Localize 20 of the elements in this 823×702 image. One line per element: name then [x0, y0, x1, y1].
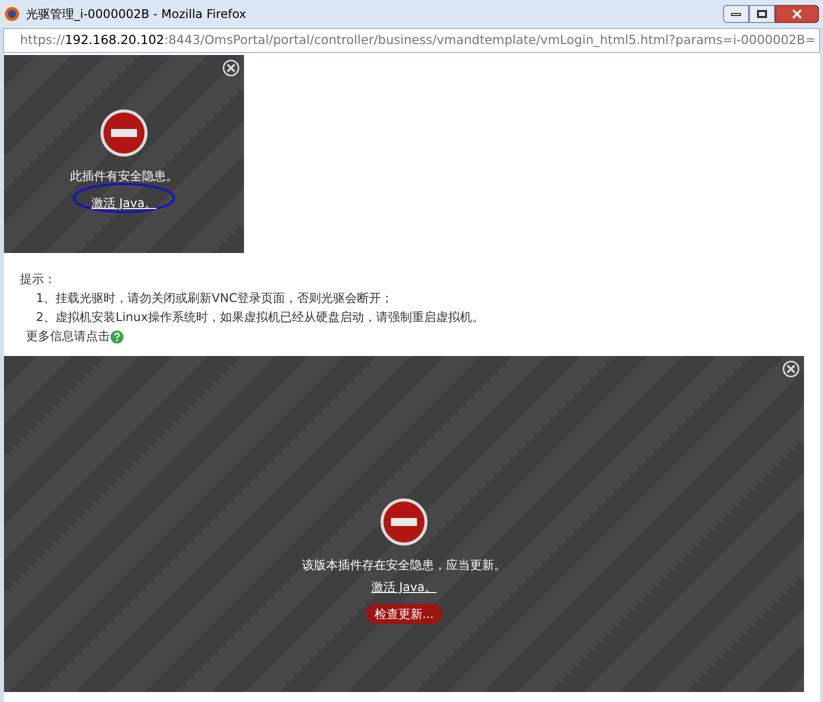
- help-icon[interactable]: [110, 330, 124, 344]
- address-bar[interactable]: https://192.168.20.102:8443/OmsPortal/portal/controller/business/vmandtemplate/vmLogin_html5.html?params=i-0000002B=: [3, 28, 820, 53]
- more-info-text: 更多信息请点击: [26, 328, 110, 345]
- plugin-message: 该版本插件存在安全隐患，应当更新。: [302, 557, 506, 574]
- plugin-message: 此插件有安全隐患。: [70, 168, 178, 185]
- hint-title: 提示：: [20, 271, 57, 288]
- minimize-button[interactable]: [723, 5, 749, 23]
- check-update-button[interactable]: 检查更新...: [366, 604, 442, 624]
- close-button[interactable]: [775, 5, 819, 23]
- activate-java-link[interactable]: 激活 Java。: [371, 580, 437, 594]
- maximize-button[interactable]: [749, 5, 775, 23]
- close-icon[interactable]: [222, 59, 240, 77]
- window-title: 光驱管理_i-0000002B - Mozilla Firefox: [26, 6, 246, 23]
- close-icon[interactable]: [782, 360, 800, 378]
- close-icon: [792, 9, 802, 19]
- blocked-icon: [100, 109, 148, 157]
- hint-item: 1、挂载光驱时，请勿关闭或刷新VNC登录页面，否则光驱会断开；: [35, 290, 394, 307]
- url-text: https://192.168.20.102:8443/OmsPortal/portal/controller/business/vmandtemplate/vmLogin_html5.html?params=i-0000002B=: [20, 31, 816, 50]
- hint-item: 2、虚拟机安装Linux操作系统时，如果虚拟机已经从硬盘启动，请强制重启虚拟机。: [35, 309, 485, 326]
- blocked-icon: [380, 498, 428, 546]
